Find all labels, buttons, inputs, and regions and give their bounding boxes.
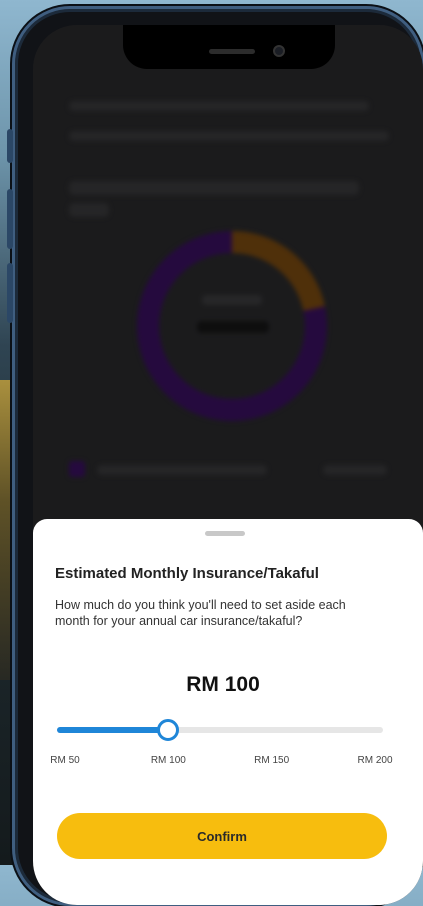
slider-tick-label: RM 200	[357, 755, 393, 766]
phone-screen: Estimated Monthly Insurance/Takaful How …	[33, 25, 423, 905]
confirm-button[interactable]: Confirm	[57, 813, 387, 859]
mute-switch	[7, 129, 13, 163]
slider-tick-label: RM 100	[150, 755, 186, 766]
speaker	[209, 49, 255, 54]
volume-down-button	[7, 263, 13, 323]
bottom-sheet: Estimated Monthly Insurance/Takaful How …	[33, 519, 423, 905]
phone-frame: Estimated Monthly Insurance/Takaful How …	[7, 6, 423, 906]
sheet-description: How much do you think you'll need to set…	[55, 598, 346, 628]
drag-handle[interactable]	[205, 531, 245, 536]
volume-up-button	[7, 189, 13, 249]
notch	[123, 25, 335, 69]
sheet-title: Estimated Monthly Insurance/Takaful	[55, 565, 319, 582]
slider-thumb[interactable]	[157, 719, 180, 741]
slider-tick-label: RM 150	[254, 755, 290, 766]
selected-amount: RM 100	[186, 673, 260, 696]
slider-tick-label: RM 50	[50, 755, 80, 766]
slider-fill	[57, 727, 169, 733]
camera-icon	[273, 45, 285, 57]
amount-slider[interactable]	[57, 719, 383, 741]
